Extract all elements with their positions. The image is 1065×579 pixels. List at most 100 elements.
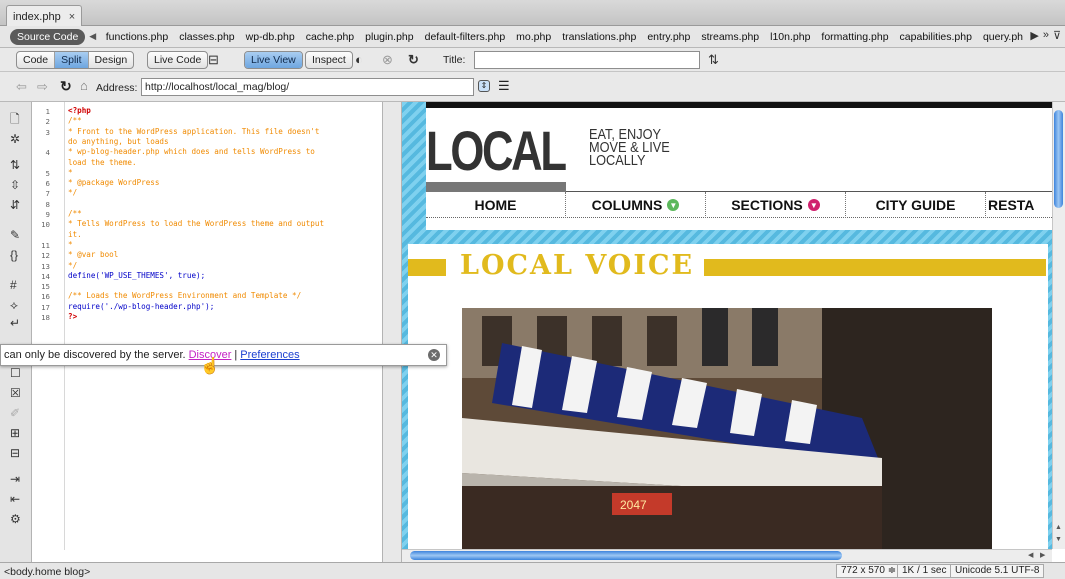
related-file[interactable]: l10n.php bbox=[770, 31, 810, 43]
preview-browser-icon[interactable]: ◐ bbox=[355, 52, 363, 67]
code-line[interactable]: * wp-blog-header.php which does and tell… bbox=[68, 147, 315, 156]
scroll-left-icon[interactable]: ◀ bbox=[1028, 551, 1033, 559]
move-css-icon[interactable]: ⊟ bbox=[10, 446, 20, 460]
back-icon[interactable]: ⇦ bbox=[16, 79, 27, 95]
code-line[interactable]: <?php bbox=[68, 106, 91, 115]
file-management-icon[interactable]: ⊗ bbox=[382, 52, 393, 68]
scroll-right-icon[interactable]: ▶ bbox=[1030, 29, 1038, 42]
scroll-right-icon[interactable]: ▶ bbox=[1040, 551, 1045, 559]
code-line[interactable]: */ bbox=[68, 261, 77, 270]
outdent-code-icon[interactable]: ⇤ bbox=[10, 492, 20, 506]
related-file[interactable]: formatting.php bbox=[821, 31, 888, 43]
related-file[interactable]: query.ph bbox=[983, 31, 1023, 43]
code-line[interactable]: /** bbox=[68, 116, 82, 125]
code-line[interactable]: ?> bbox=[68, 312, 77, 321]
remove-comment-icon[interactable]: ☒ bbox=[10, 386, 21, 400]
home-icon[interactable]: ⌂ bbox=[80, 78, 88, 93]
live-view-button[interactable]: Live View bbox=[245, 52, 302, 68]
related-file[interactable]: plugin.php bbox=[365, 31, 413, 43]
expand-all-icon[interactable]: ⇵ bbox=[10, 198, 20, 212]
check-browser-icon[interactable]: ⊟ bbox=[208, 52, 219, 68]
scroll-left-icon[interactable]: ◀ bbox=[89, 31, 96, 42]
wrap-tag-icon[interactable]: ✐ bbox=[10, 406, 20, 420]
live-view-pane[interactable]: LOCAL EAT, ENJOY MOVE & LIVE LOCALLY HOM… bbox=[402, 102, 1065, 549]
related-file[interactable]: translations.php bbox=[562, 31, 636, 43]
related-file[interactable]: cache.php bbox=[306, 31, 354, 43]
code-line[interactable]: */ bbox=[68, 188, 77, 197]
code-line[interactable]: /** Loads the WordPress Environment and … bbox=[68, 291, 301, 300]
word-wrap-icon[interactable]: ↵ bbox=[10, 316, 20, 330]
recent-snippets-icon[interactable]: ⊞ bbox=[10, 426, 20, 440]
related-file[interactable]: functions.php bbox=[106, 31, 168, 43]
design-view-button[interactable]: Design bbox=[89, 52, 134, 68]
code-line[interactable]: do anything, but loads bbox=[68, 137, 169, 146]
code-line[interactable]: * Front to the WordPress application. Th… bbox=[68, 127, 319, 136]
inspect-button[interactable]: Inspect bbox=[306, 52, 352, 68]
live-view-options-icon[interactable]: ☰ bbox=[498, 78, 510, 94]
related-file[interactable]: streams.php bbox=[701, 31, 759, 43]
nav-restaurants[interactable]: RESTA bbox=[986, 192, 1056, 218]
more-files-icon[interactable]: » bbox=[1043, 29, 1049, 42]
window-size[interactable]: 772 x 570 ≑ bbox=[836, 564, 902, 578]
related-file[interactable]: capabilities.php bbox=[900, 31, 972, 43]
code-view-button[interactable]: Code bbox=[17, 52, 56, 68]
show-code-navigator-icon[interactable]: ✲ bbox=[10, 132, 20, 146]
code-line[interactable]: it. bbox=[68, 230, 82, 239]
sort-icon[interactable]: ⇅ bbox=[708, 52, 719, 68]
address-input[interactable]: http://localhost/local_mag/blog/ bbox=[141, 78, 474, 96]
open-documents-icon[interactable]: 🗋 bbox=[10, 110, 20, 131]
line-numbers-icon[interactable]: # bbox=[10, 278, 17, 292]
nav-city-guide[interactable]: CITY GUIDE bbox=[846, 192, 986, 218]
code-line[interactable]: define('WP_USE_THEMES', true); bbox=[68, 271, 205, 280]
section-title: LOCAL VOICE bbox=[460, 250, 695, 281]
code-line[interactable]: * @var bool bbox=[68, 250, 118, 259]
filter-icon[interactable]: ⊽ bbox=[1053, 29, 1061, 42]
split-view-button[interactable]: Split bbox=[55, 52, 89, 68]
horizontal-scroll-thumb[interactable] bbox=[410, 551, 842, 560]
code-line[interactable]: require('./wp-blog-header.php'); bbox=[68, 302, 214, 311]
feature-photo[interactable]: 2047 bbox=[462, 308, 992, 549]
inspect-group: Inspect bbox=[305, 51, 353, 69]
related-file[interactable]: classes.php bbox=[179, 31, 234, 43]
format-source-icon[interactable]: ⚙ bbox=[10, 512, 21, 526]
code-line[interactable]: * bbox=[68, 240, 73, 249]
code-line[interactable]: load the theme. bbox=[68, 158, 137, 167]
scroll-up-icon[interactable]: ▲ bbox=[1055, 524, 1062, 531]
collapse-tag-icon[interactable]: ⇅ bbox=[10, 158, 20, 172]
related-file[interactable]: mo.php bbox=[516, 31, 551, 43]
code-line[interactable]: /** bbox=[68, 209, 82, 218]
tab-index-php[interactable]: index.php × bbox=[6, 5, 83, 27]
code-line[interactable]: * bbox=[68, 168, 73, 177]
forward-icon[interactable]: ⇨ bbox=[37, 79, 48, 95]
related-file[interactable]: entry.php bbox=[647, 31, 690, 43]
title-label: Title: bbox=[443, 54, 466, 66]
source-code-button[interactable]: Source Code bbox=[10, 28, 86, 45]
refresh-icon[interactable]: ↻ bbox=[60, 78, 72, 95]
site-logo[interactable]: LOCAL bbox=[426, 118, 567, 183]
address-dropdown-icon[interactable]: ⇕ bbox=[478, 80, 490, 92]
highlight-invalid-icon[interactable]: ⟡ bbox=[10, 298, 18, 313]
select-parent-tag-icon[interactable]: ✎ bbox=[10, 228, 20, 242]
close-icon[interactable]: ✕ bbox=[428, 349, 440, 361]
tag-selector[interactable]: <body.home blog> bbox=[4, 566, 90, 578]
related-file[interactable]: default-filters.php bbox=[425, 31, 506, 43]
refresh-icon[interactable]: ↻ bbox=[408, 52, 419, 68]
code-line[interactable]: * @package WordPress bbox=[68, 178, 159, 187]
nav-sections[interactable]: SECTIONS ▼ bbox=[706, 192, 846, 218]
balance-braces-icon[interactable]: {} bbox=[10, 248, 18, 262]
split-divider[interactable] bbox=[382, 102, 402, 562]
title-input[interactable] bbox=[474, 51, 700, 69]
vertical-scroll-thumb[interactable] bbox=[1054, 110, 1063, 208]
nav-home[interactable]: HOME bbox=[426, 192, 566, 218]
related-file[interactable]: wp-db.php bbox=[246, 31, 295, 43]
indent-code-icon[interactable]: ⇥ bbox=[10, 472, 20, 486]
close-tab-icon[interactable]: × bbox=[69, 11, 75, 23]
collapse-selection-icon[interactable]: ⇳ bbox=[10, 178, 20, 192]
preferences-link[interactable]: Preferences bbox=[240, 349, 299, 361]
code-line[interactable]: * Tells WordPress to load the WordPress … bbox=[68, 219, 324, 228]
live-code-button[interactable]: Live Code bbox=[148, 52, 207, 68]
scroll-down-icon[interactable]: ▼ bbox=[1055, 536, 1062, 543]
code-editor[interactable]: <?php/** * Front to the WordPress applic… bbox=[65, 102, 382, 550]
nav-columns[interactable]: COLUMNS ▼ bbox=[566, 192, 706, 218]
apply-comment-icon[interactable]: ☐ bbox=[10, 366, 21, 380]
